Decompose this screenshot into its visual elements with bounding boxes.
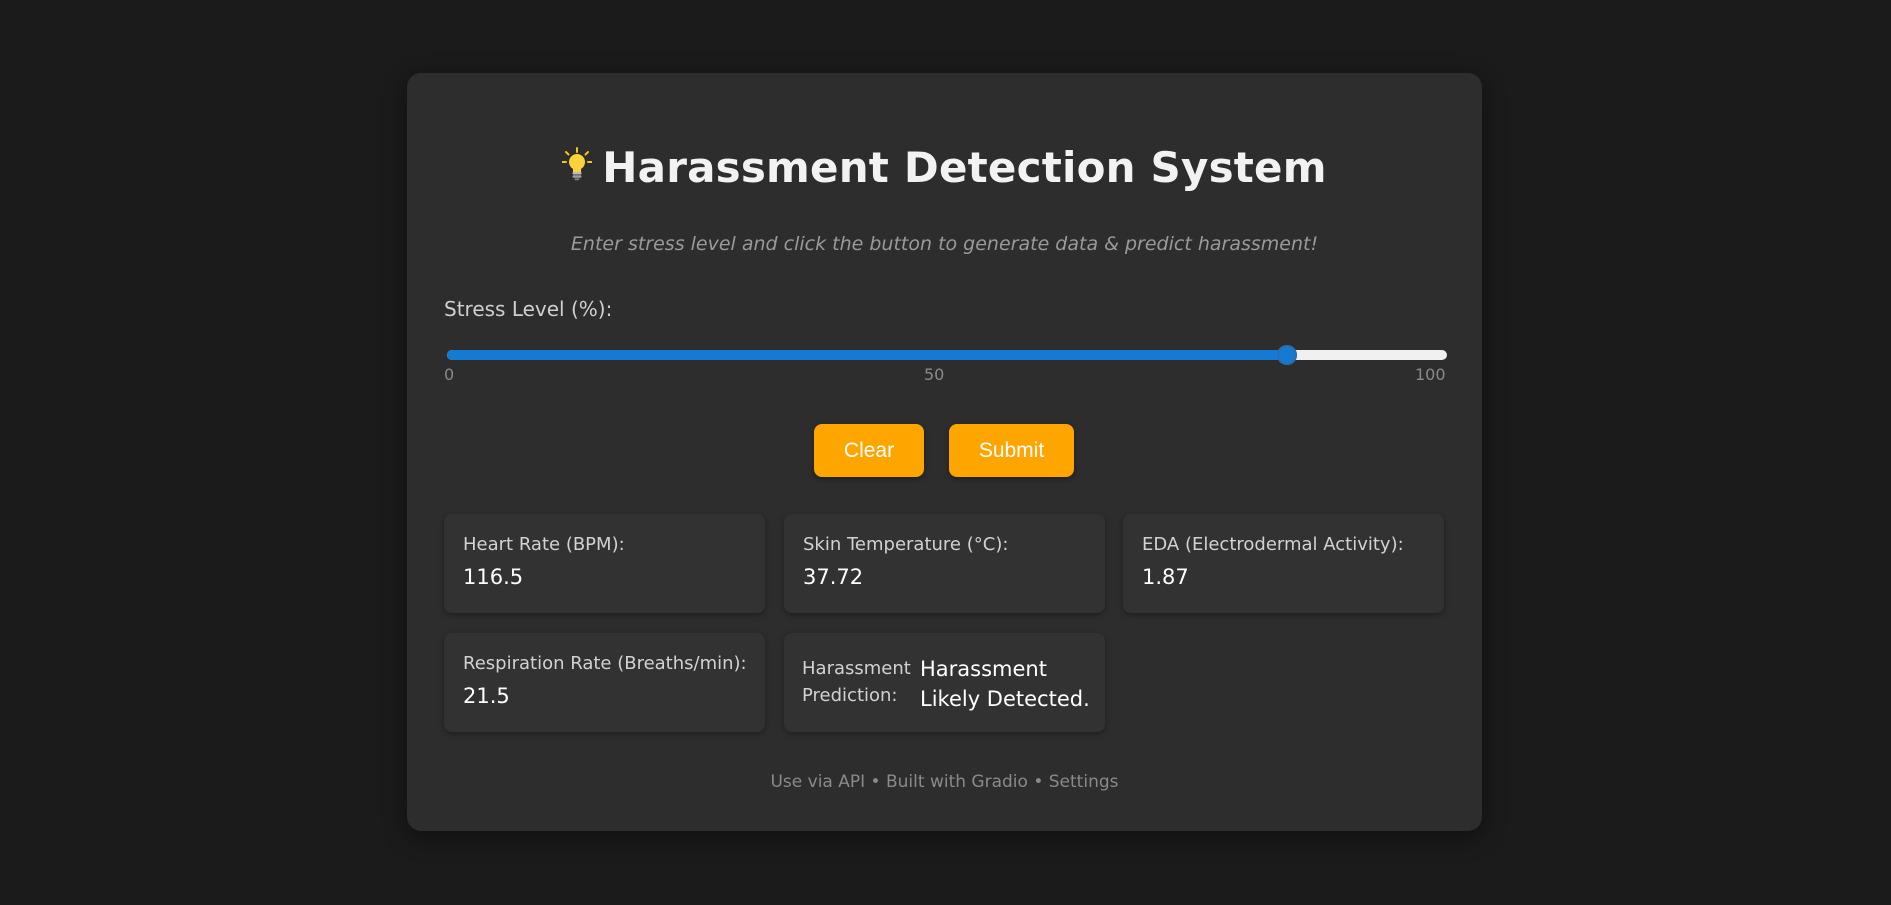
eda-output: EDA (Electrodermal Activity): 1.87 <box>1123 514 1444 613</box>
slider-tick-mid: 50 <box>924 365 945 384</box>
lightbulb-icon <box>561 142 593 191</box>
eda-value: 1.87 <box>1142 565 1189 589</box>
skin-temperature-label: Skin Temperature (°C): <box>803 534 1009 555</box>
footer-separator: • <box>865 772 886 792</box>
stress-level-label: Stress Level (%): <box>444 297 613 321</box>
page-title: Harassment Detection System <box>407 143 1482 195</box>
heart-rate-label: Heart Rate (BPM): <box>463 534 625 555</box>
stress-level-slider-thumb[interactable] <box>1277 345 1297 365</box>
app-card: Harassment Detection System Enter stress… <box>407 73 1482 831</box>
slider-tick-min: 0 <box>444 365 455 384</box>
eda-label: EDA (Electrodermal Activity): <box>1142 534 1404 555</box>
heart-rate-value: 116.5 <box>463 565 524 589</box>
use-via-api-link[interactable]: Use via API <box>770 772 865 792</box>
slider-tick-max: 100 <box>1415 365 1446 384</box>
heart-rate-output: Heart Rate (BPM): 116.5 <box>444 514 765 613</box>
submit-button[interactable]: Submit <box>949 424 1074 477</box>
footer: Use via API • Built with Gradio • Settin… <box>407 772 1482 792</box>
respiration-rate-value: 21.5 <box>463 684 510 708</box>
clear-button[interactable]: Clear <box>814 424 924 477</box>
harassment-prediction-output: Harassment Prediction: Harassment Likely… <box>784 633 1105 732</box>
stress-level-slider-fill <box>447 350 1287 360</box>
skin-temperature-value: 37.72 <box>803 565 864 589</box>
page-title-text: Harassment Detection System <box>602 143 1327 192</box>
harassment-prediction-value: Harassment Likely Detected. <box>920 657 1090 711</box>
settings-link[interactable]: Settings <box>1049 772 1119 792</box>
respiration-rate-output: Respiration Rate (Breaths/min): 21.5 <box>444 633 765 732</box>
skin-temperature-output: Skin Temperature (°C): 37.72 <box>784 514 1105 613</box>
footer-separator: • <box>1027 772 1049 792</box>
harassment-prediction-label: Harassment Prediction: <box>802 658 911 706</box>
built-with-gradio-link[interactable]: Built with Gradio <box>886 772 1028 792</box>
stress-level-slider[interactable] <box>447 345 1447 365</box>
page-subtitle: Enter stress level and click the button … <box>570 233 1319 255</box>
respiration-rate-label: Respiration Rate (Breaths/min): <box>463 653 747 674</box>
